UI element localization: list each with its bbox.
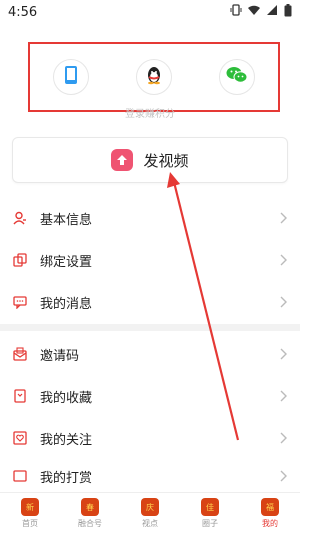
qq-penguin-icon [145,65,163,89]
menu-item-basic-info[interactable]: 基本信息 [0,197,300,239]
phone-icon [64,65,78,89]
tab-label: 融合号 [78,519,102,528]
follow-heart-icon [12,430,28,446]
tab-home[interactable]: 新 首页 [0,493,60,534]
circle-tab-icon: 佳 [201,498,219,516]
menu-label: 我的打赏 [40,470,93,486]
chevron-right-icon [278,467,288,486]
menu-group-activity: 邀请码 我的收藏 我的关注 我的打赏 [0,333,300,493]
tab-circle[interactable]: 佳 圈子 [180,493,240,534]
tab-label: 圈子 [202,519,218,528]
bottom-tab-bar: 新 首页 春 融合号 庆 视点 佳 圈子 福 我的 [0,492,300,534]
login-qq-button[interactable] [135,59,172,95]
menu-item-my-favorites[interactable]: 我的收藏 [0,375,300,417]
status-time: 4:56 [8,4,38,20]
menu-item-my-rewards[interactable]: 我的打赏 [0,459,300,493]
status-bar: 4:56 [0,0,300,24]
viewpoint-tab-icon: 庆 [141,498,159,516]
tab-viewpoint[interactable]: 庆 视点 [120,493,180,534]
vibrate-icon [230,4,242,20]
tab-fusion[interactable]: 春 融合号 [60,493,120,534]
tab-label: 我的 [262,519,278,528]
menu-item-binding-settings[interactable]: 绑定设置 [0,239,300,281]
chevron-right-icon [278,345,288,364]
menu-label: 基本信息 [40,212,93,228]
menu-item-my-messages[interactable]: 我的消息 [0,281,300,323]
chevron-right-icon [278,293,288,312]
wifi-icon [248,4,260,20]
fusion-tab-icon: 春 [81,498,99,516]
menu-label: 邀请码 [40,348,80,364]
upload-arrow-icon [111,149,134,171]
tab-label: 视点 [142,519,158,528]
login-options-row [28,42,280,112]
login-wechat-button[interactable] [218,59,255,95]
tab-mine[interactable]: 福 我的 [240,493,300,534]
post-video-button[interactable]: 发视频 [12,137,288,183]
post-video-label: 发视频 [143,151,189,170]
tab-label: 首页 [22,519,38,528]
user-icon [12,210,28,226]
invite-envelope-icon [12,346,28,362]
chevron-right-icon [278,429,288,448]
message-icon [12,294,28,310]
section-divider [0,324,300,331]
menu-label: 绑定设置 [40,254,93,270]
menu-label: 我的收藏 [40,390,93,406]
menu-group-account: 基本信息 绑定设置 我的消息 [0,197,300,323]
bookmark-icon [12,388,28,404]
reward-icon [12,468,28,484]
link-icon [12,252,28,268]
home-tab-icon: 新 [21,498,39,516]
chevron-right-icon [278,251,288,270]
menu-label: 我的关注 [40,432,93,448]
mine-tab-icon: 福 [261,498,279,516]
menu-item-invite-code[interactable]: 邀请码 [0,333,300,375]
chevron-right-icon [278,209,288,228]
menu-label: 我的消息 [40,296,93,312]
wechat-icon [226,66,248,88]
login-caption: 登录赚积分 [125,109,175,120]
signal-icon [266,4,278,20]
menu-item-my-following[interactable]: 我的关注 [0,417,300,459]
chevron-right-icon [278,387,288,406]
battery-icon [284,3,292,21]
login-phone-button[interactable] [53,59,90,95]
